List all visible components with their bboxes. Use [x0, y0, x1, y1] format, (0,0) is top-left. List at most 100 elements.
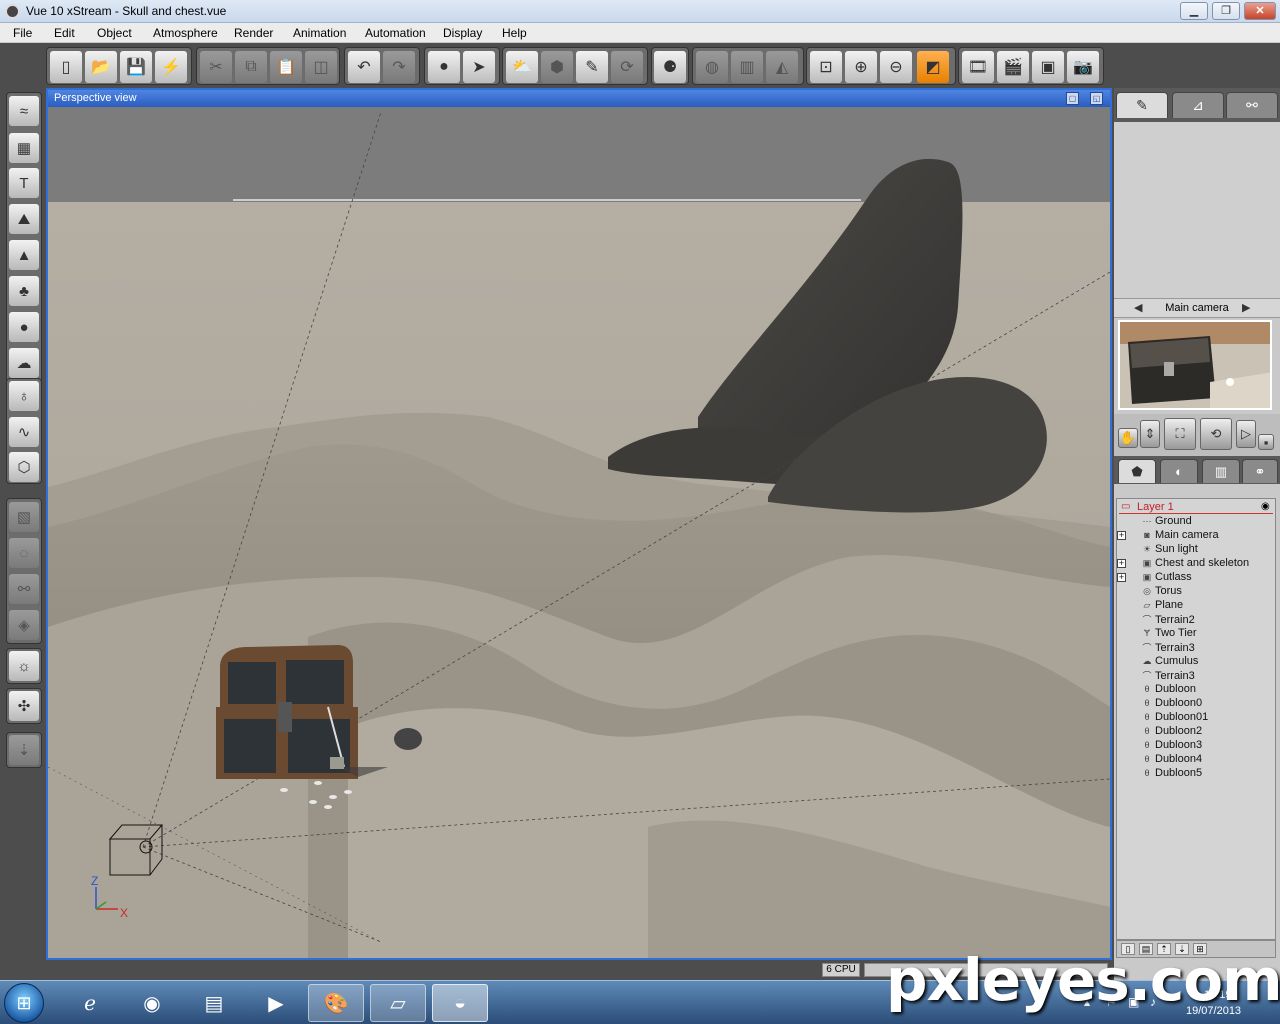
animation-editor-icon[interactable]: ⟳ — [611, 51, 643, 83]
link-objects-icon[interactable]: ⚯ — [9, 574, 39, 604]
tree-item[interactable]: θ Dubloon0 — [1141, 697, 1202, 711]
tree-item[interactable]: θ Dubloon3 — [1141, 739, 1202, 753]
cube-import-icon[interactable]: ⬡ — [9, 452, 39, 482]
light-bulb-icon[interactable]: ☼ — [9, 651, 39, 681]
new-file-icon[interactable]: ▯ — [50, 51, 82, 83]
expand-toggle-icon[interactable]: + — [1117, 573, 1126, 582]
ground-plane-icon[interactable]: ▦ — [9, 133, 39, 163]
planet-icon[interactable]: ♁ — [9, 381, 39, 411]
camera-next-icon[interactable]: ▶ — [1242, 301, 1250, 314]
tree-icon[interactable]: ♣ — [9, 276, 39, 306]
camera-frame-icon[interactable]: ⛶ — [1164, 418, 1196, 450]
save-icon[interactable]: 💾 — [120, 51, 152, 83]
align-icon[interactable]: ▥ — [731, 51, 763, 83]
zoom-out-icon[interactable]: ⊖ — [880, 51, 912, 83]
tree-item[interactable]: ◎ Torus — [1141, 585, 1182, 599]
tree-item[interactable]: ☀ Sun light — [1141, 543, 1198, 557]
internet-explorer-icon[interactable]: ℯ — [62, 984, 118, 1022]
pan-hand-icon[interactable]: ✋ — [1118, 428, 1138, 448]
metablob-icon[interactable]: ◈ — [9, 610, 39, 640]
camera-play-icon[interactable]: ▷ — [1236, 420, 1256, 448]
tab-libraries-icon[interactable]: ▥ — [1202, 459, 1240, 483]
menu-object[interactable]: Object — [97, 26, 132, 40]
scene-canvas[interactable]: Z X — [48, 107, 1110, 958]
camera-dolly-icon[interactable]: ⇕ — [1140, 420, 1160, 448]
tree-item[interactable]: + ◙ Main camera — [1117, 529, 1219, 543]
open-folder-icon[interactable]: 📂 — [85, 51, 117, 83]
camera-preview[interactable] — [1118, 320, 1272, 410]
redo-icon[interactable]: ↷ — [383, 51, 415, 83]
save-incremental-icon[interactable]: ⚡ — [155, 51, 187, 83]
paint-icon[interactable]: 🎨 — [308, 984, 364, 1022]
menu-automation[interactable]: Automation — [365, 26, 426, 40]
water-plane-icon[interactable]: ≈ — [9, 96, 39, 126]
eye-icon[interactable]: ◉ — [1261, 501, 1270, 512]
expand-toggle-icon[interactable]: + — [1117, 531, 1126, 540]
restore-button[interactable]: ❐ — [1212, 2, 1240, 20]
chrome-icon[interactable]: ◉ — [124, 984, 180, 1022]
render-camera-icon[interactable]: 📷 — [1067, 51, 1099, 83]
tree-item[interactable]: ⌒ Terrain3 — [1141, 641, 1194, 655]
perspective-viewport[interactable]: Perspective view ▢ ◱ Z X — [46, 88, 1112, 960]
select-object-icon[interactable]: ● — [428, 51, 460, 83]
tab-links-icon[interactable]: ⚭ — [1242, 459, 1278, 483]
menu-animation[interactable]: Animation — [293, 26, 346, 40]
tree-item[interactable]: θ Dubloon5 — [1141, 767, 1202, 781]
tab-objects-icon[interactable]: ⬟ — [1118, 459, 1156, 483]
tab-numerics-icon[interactable]: ⊿ — [1172, 92, 1224, 118]
menu-edit[interactable]: Edit — [54, 26, 75, 40]
camera-rotate-icon[interactable]: ⟲ — [1200, 418, 1232, 450]
cut-icon[interactable]: ✂ — [200, 51, 232, 83]
tree-item[interactable]: ⌒ Terrain3 — [1141, 669, 1194, 683]
curve-icon[interactable]: ∿ — [9, 417, 39, 447]
undo-icon[interactable]: ↶ — [348, 51, 380, 83]
toggle-view-icon[interactable]: ◩ — [917, 51, 949, 83]
tree-item[interactable]: ⋯ Ground — [1141, 515, 1192, 529]
viewport-maximize-icon[interactable]: ◱ — [1090, 92, 1103, 105]
explorer-folder-icon[interactable]: ▤ — [186, 984, 242, 1022]
menu-render[interactable]: Render — [234, 26, 273, 40]
viewport-options-icon[interactable]: ▢ — [1066, 92, 1079, 105]
tree-item[interactable]: + ▣ Chest and skeleton — [1117, 557, 1249, 571]
mirror-icon[interactable]: ◭ — [766, 51, 798, 83]
render-area-icon[interactable]: ▣ — [1032, 51, 1064, 83]
atmosphere-editor-icon[interactable]: ⛅ — [506, 51, 538, 83]
tab-animation-icon[interactable]: ⚯ — [1226, 92, 1278, 118]
pointer-select-icon[interactable]: ➤ — [463, 51, 495, 83]
sphere-tool-icon[interactable]: ◍ — [696, 51, 728, 83]
render-animation-icon[interactable]: 🎞 — [962, 51, 994, 83]
tree-item[interactable]: ⌒ Terrain2 — [1141, 613, 1194, 627]
tab-materials-icon[interactable]: ◐ — [1160, 459, 1198, 483]
camera-save-icon[interactable]: ▪ — [1258, 434, 1274, 450]
vue-taskbar-icon[interactable]: ◒ — [432, 984, 488, 1022]
tree-item[interactable]: ☁ Cumulus — [1141, 655, 1199, 669]
color-balls-icon[interactable]: ⚈ — [654, 51, 686, 83]
close-button[interactable]: ✕ — [1244, 2, 1276, 20]
text-tool-icon[interactable]: T — [9, 168, 39, 198]
expand-toggle-icon[interactable]: + — [1117, 559, 1126, 568]
menu-file[interactable]: File — [13, 26, 32, 40]
mountain-icon[interactable]: ▲ — [9, 240, 39, 270]
zoom-in-icon[interactable]: ⊕ — [845, 51, 877, 83]
menu-display[interactable]: Display — [443, 26, 482, 40]
tree-item[interactable]: θ Dubloon2 — [1141, 725, 1202, 739]
paste-icon[interactable]: 📋 — [270, 51, 302, 83]
duplicate-icon[interactable]: ◫ — [305, 51, 337, 83]
cloud-icon[interactable]: ☁ — [9, 348, 39, 378]
media-player-icon[interactable]: ▶ — [248, 984, 304, 1022]
layer-row[interactable]: ▭ Layer 1 ◉ — [1119, 501, 1273, 514]
tree-item[interactable]: θ Dubloon — [1141, 683, 1196, 697]
material-editor-icon[interactable]: ✎ — [576, 51, 608, 83]
zoom-region-icon[interactable]: ⊡ — [810, 51, 842, 83]
clapperboard-icon[interactable]: 🎬 — [997, 51, 1029, 83]
tree-item[interactable]: ▱ Plane — [1141, 599, 1184, 613]
boolean-icon[interactable]: ◌ — [9, 538, 39, 568]
drop-to-ground-icon[interactable]: ⇣ — [9, 735, 39, 765]
object-editor-icon[interactable]: ⬢ — [541, 51, 573, 83]
camera-name[interactable]: Main camera — [1114, 302, 1280, 314]
rock-icon[interactable]: ● — [9, 312, 39, 342]
tree-item[interactable]: θ Dubloon01 — [1141, 711, 1208, 725]
tab-aspect-icon[interactable]: ✎ — [1116, 92, 1168, 118]
notepad-icon[interactable]: ▱ — [370, 984, 426, 1022]
tree-item[interactable]: + ▣ Cutlass — [1117, 571, 1192, 585]
